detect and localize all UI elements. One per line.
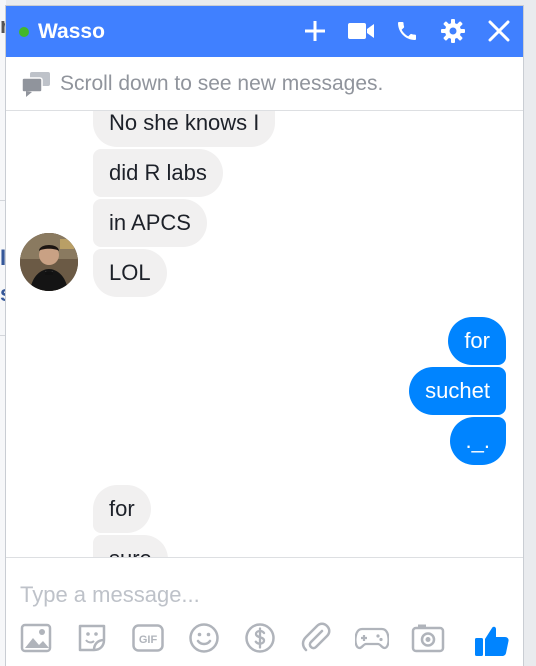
photo-icon[interactable] bbox=[18, 620, 54, 656]
camera-icon[interactable] bbox=[410, 620, 446, 656]
message-bubble-incoming[interactable]: for bbox=[93, 485, 151, 533]
scroll-notice-text: Scroll down to see new messages. bbox=[60, 71, 384, 95]
thumbs-up-icon[interactable] bbox=[473, 621, 511, 659]
contact-avatar[interactable] bbox=[20, 233, 78, 291]
close-icon[interactable] bbox=[483, 15, 515, 47]
gif-icon[interactable]: GIF bbox=[130, 620, 166, 656]
settings-gear-icon[interactable] bbox=[437, 15, 469, 47]
message-list[interactable]: No she knows I did R labs in APCS LOL fo… bbox=[6, 111, 523, 557]
sticker-icon[interactable] bbox=[74, 620, 110, 656]
message-bubble-incoming[interactable]: in APCS bbox=[93, 199, 207, 247]
message-bubble-outgoing[interactable]: suchet bbox=[409, 367, 506, 415]
attachment-paperclip-icon[interactable] bbox=[298, 620, 334, 656]
message-bubble-outgoing[interactable]: for bbox=[448, 317, 506, 365]
gif-label: GIF bbox=[139, 634, 158, 646]
message-bubble-incoming[interactable]: did R labs bbox=[93, 149, 223, 197]
message-composer: Type a message... GIF bbox=[6, 557, 523, 666]
scroll-notice[interactable]: Scroll down to see new messages. bbox=[6, 57, 523, 111]
message-bubble-incoming[interactable]: LOL bbox=[93, 249, 167, 297]
message-bubble-incoming[interactable]: No she knows I bbox=[93, 111, 276, 147]
chat-title[interactable]: Wasso bbox=[38, 20, 105, 44]
payment-dollar-icon[interactable] bbox=[242, 620, 278, 656]
game-controller-icon[interactable] bbox=[354, 620, 390, 656]
composer-toolbar: GIF bbox=[18, 620, 466, 656]
emoji-icon[interactable] bbox=[186, 620, 222, 656]
add-person-icon[interactable] bbox=[299, 15, 331, 47]
online-status-dot bbox=[19, 26, 29, 37]
chat-bubbles-icon bbox=[20, 70, 52, 98]
video-call-icon[interactable] bbox=[345, 15, 377, 47]
message-input[interactable]: Type a message... bbox=[20, 582, 200, 608]
phone-call-icon[interactable] bbox=[391, 15, 423, 47]
message-bubble-incoming[interactable]: sure bbox=[93, 535, 168, 557]
message-bubble-outgoing[interactable]: ._. bbox=[449, 417, 506, 465]
chat-header[interactable]: Wasso bbox=[6, 6, 523, 57]
chat-window: Wasso Scroll down to see new messages. N… bbox=[5, 5, 524, 666]
